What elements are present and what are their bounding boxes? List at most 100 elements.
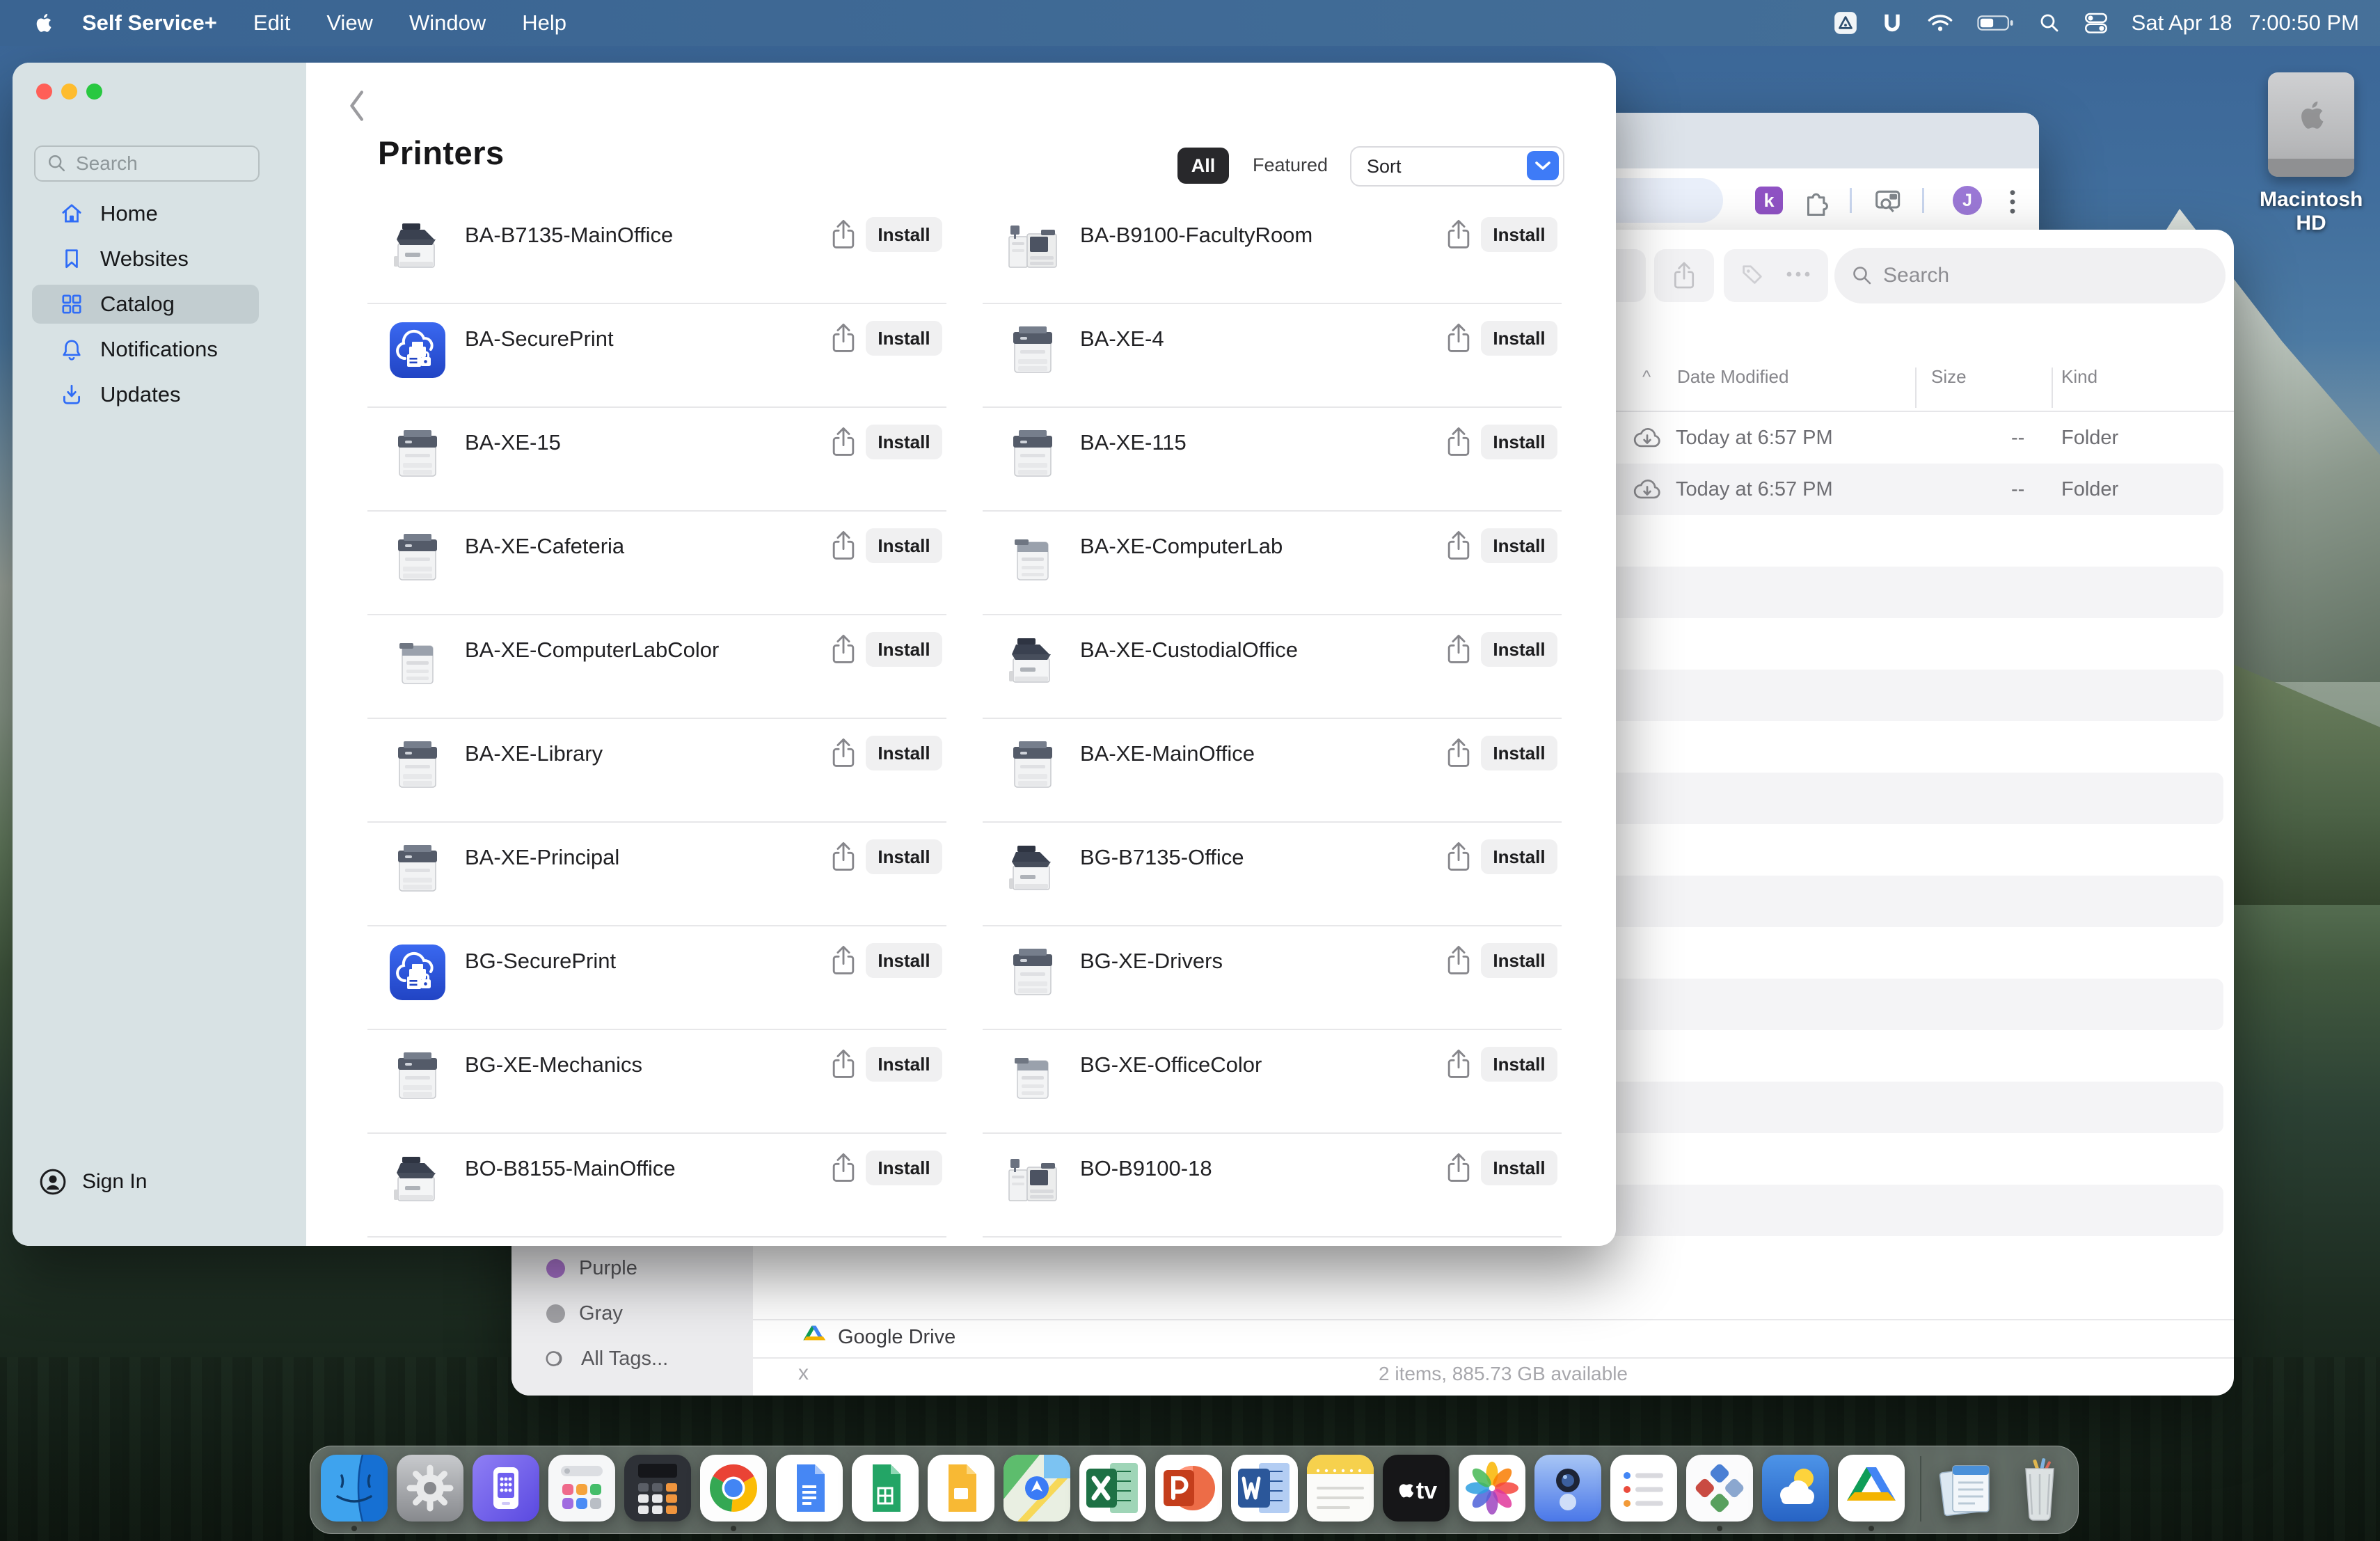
column-header-date-modified[interactable]: Date Modified	[1677, 366, 1788, 388]
chevron-down-icon[interactable]	[1527, 151, 1559, 180]
menu-item-edit[interactable]: Edit	[253, 10, 290, 35]
apple-logo-icon[interactable]	[32, 11, 56, 35]
share-icon[interactable]	[830, 737, 857, 773]
install-button[interactable]: Install	[866, 1151, 942, 1185]
sidebar-tag-purple[interactable]: Purple	[511, 1249, 753, 1288]
share-icon[interactable]	[830, 841, 857, 876]
dock-app-powerpoint[interactable]	[1155, 1455, 1222, 1522]
share-icon[interactable]	[1445, 1152, 1473, 1187]
sort-dropdown[interactable]: Sort	[1350, 146, 1564, 187]
tag-and-more-buttons[interactable]	[1724, 249, 1828, 302]
install-button[interactable]: Install	[1481, 839, 1557, 874]
install-button[interactable]: Install	[866, 425, 942, 459]
column-header-kind[interactable]: Kind	[2061, 366, 2097, 388]
control-center-icon[interactable]	[2084, 11, 2108, 35]
dock-app-weather[interactable]	[1762, 1455, 1829, 1522]
dock-app-finder[interactable]	[321, 1455, 388, 1522]
sidebar-item-notifications[interactable]: Notifications	[32, 330, 259, 369]
share-button[interactable]	[1654, 249, 1714, 302]
dock-app-calculator[interactable]	[624, 1455, 691, 1522]
dock-app-excel[interactable]	[1079, 1455, 1146, 1522]
macintosh-hd-desktop-icon[interactable]: Macintosh HD	[2260, 72, 2363, 235]
install-button[interactable]: Install	[1481, 736, 1557, 770]
sidebar-item-home[interactable]: Home	[32, 194, 259, 233]
share-icon[interactable]	[1445, 1048, 1473, 1084]
path-bar-item-google-drive[interactable]: Google Drive	[800, 1324, 955, 1351]
install-button[interactable]: Install	[1481, 528, 1557, 563]
share-icon[interactable]	[1445, 841, 1473, 876]
share-icon[interactable]	[1445, 633, 1473, 669]
share-icon[interactable]	[830, 322, 857, 358]
puzzle-icon[interactable]	[1801, 187, 1830, 219]
share-icon[interactable]	[830, 633, 857, 669]
share-icon[interactable]	[830, 426, 857, 461]
install-button[interactable]: Install	[1481, 217, 1557, 252]
share-icon[interactable]	[830, 530, 857, 565]
dock-app-settings[interactable]	[397, 1455, 463, 1522]
finder-search-field[interactable]: Search	[1834, 248, 2226, 303]
dock-app-google-drive[interactable]	[1838, 1455, 1905, 1522]
dock-app-camera-lens-app[interactable]	[1534, 1455, 1601, 1522]
zoom-window-button[interactable]	[86, 84, 102, 100]
u-app-icon[interactable]	[1881, 12, 1903, 34]
install-button[interactable]: Install	[1481, 1047, 1557, 1082]
dock-app-trash[interactable]	[2006, 1455, 2073, 1522]
column-header-size[interactable]: Size	[1931, 366, 1967, 388]
device-search-icon[interactable]	[1873, 188, 1904, 219]
tag-icon[interactable]	[1740, 262, 1765, 290]
sort-indicator[interactable]: ^	[1642, 366, 1651, 388]
column-separator[interactable]	[1915, 368, 1917, 408]
share-icon[interactable]	[1445, 737, 1473, 773]
dock-app-launcher[interactable]	[548, 1455, 615, 1522]
share-icon[interactable]	[1445, 219, 1473, 254]
sidebar-tag-gray[interactable]: Gray	[511, 1294, 753, 1333]
share-icon[interactable]	[1445, 945, 1473, 980]
dock-app-word[interactable]	[1231, 1455, 1298, 1522]
dock-app-downloads-stack[interactable]	[1932, 1455, 1999, 1522]
sidebar-item-catalog[interactable]: Catalog	[32, 285, 259, 324]
share-icon[interactable]	[1445, 426, 1473, 461]
dock-app-google-sheets[interactable]	[852, 1455, 919, 1522]
sidebar-item-websites[interactable]: Websites	[32, 239, 259, 278]
sidebar-item-updates[interactable]: Updates	[32, 375, 259, 414]
install-button[interactable]: Install	[866, 839, 942, 874]
column-separator[interactable]	[2052, 368, 2053, 408]
menu-item-view[interactable]: View	[326, 10, 373, 35]
app-badge-icon[interactable]	[1834, 11, 1857, 35]
extension-k-icon[interactable]: k	[1755, 187, 1783, 214]
battery-icon[interactable]	[1977, 13, 2015, 33]
dock-app-google-docs[interactable]	[776, 1455, 843, 1522]
wifi-icon[interactable]	[1927, 13, 1953, 33]
install-button[interactable]: Install	[866, 217, 942, 252]
install-button[interactable]: Install	[866, 736, 942, 770]
dock-app-notes[interactable]	[1307, 1455, 1374, 1522]
install-button[interactable]: Install	[866, 1047, 942, 1082]
sign-in-button[interactable]: Sign In	[39, 1168, 147, 1196]
dock-app-maps[interactable]	[1003, 1455, 1070, 1522]
sidebar-search-input[interactable]: Search	[34, 145, 260, 182]
install-button[interactable]: Install	[866, 632, 942, 667]
dock-app-self-service-mobile[interactable]	[473, 1455, 539, 1522]
share-icon[interactable]	[830, 945, 857, 980]
dock-app-apple-tv[interactable]: tv	[1383, 1455, 1450, 1522]
ellipsis-icon[interactable]	[1784, 269, 1812, 282]
spotlight-icon[interactable]	[2038, 12, 2061, 34]
share-icon[interactable]	[1445, 322, 1473, 358]
profile-avatar[interactable]: J	[1953, 186, 1982, 215]
install-button[interactable]: Install	[1481, 425, 1557, 459]
install-button[interactable]: Install	[1481, 321, 1557, 356]
install-button[interactable]: Install	[1481, 632, 1557, 667]
dock-app-reminders[interactable]	[1610, 1455, 1677, 1522]
kebab-menu-icon[interactable]	[2008, 188, 2017, 219]
install-button[interactable]: Install	[1481, 943, 1557, 978]
menu-clock[interactable]: Sat Apr 18 7:00:50 PM	[2132, 10, 2359, 35]
dock-app-self-service-pinwheel[interactable]	[1686, 1455, 1753, 1522]
menu-app-name[interactable]: Self Service+	[82, 10, 217, 35]
minimize-window-button[interactable]	[61, 84, 77, 100]
install-button[interactable]: Install	[1481, 1151, 1557, 1185]
menu-item-window[interactable]: Window	[409, 10, 486, 35]
share-icon[interactable]	[830, 1048, 857, 1084]
share-icon[interactable]	[1445, 530, 1473, 565]
install-button[interactable]: Install	[866, 943, 942, 978]
share-icon[interactable]	[830, 219, 857, 254]
